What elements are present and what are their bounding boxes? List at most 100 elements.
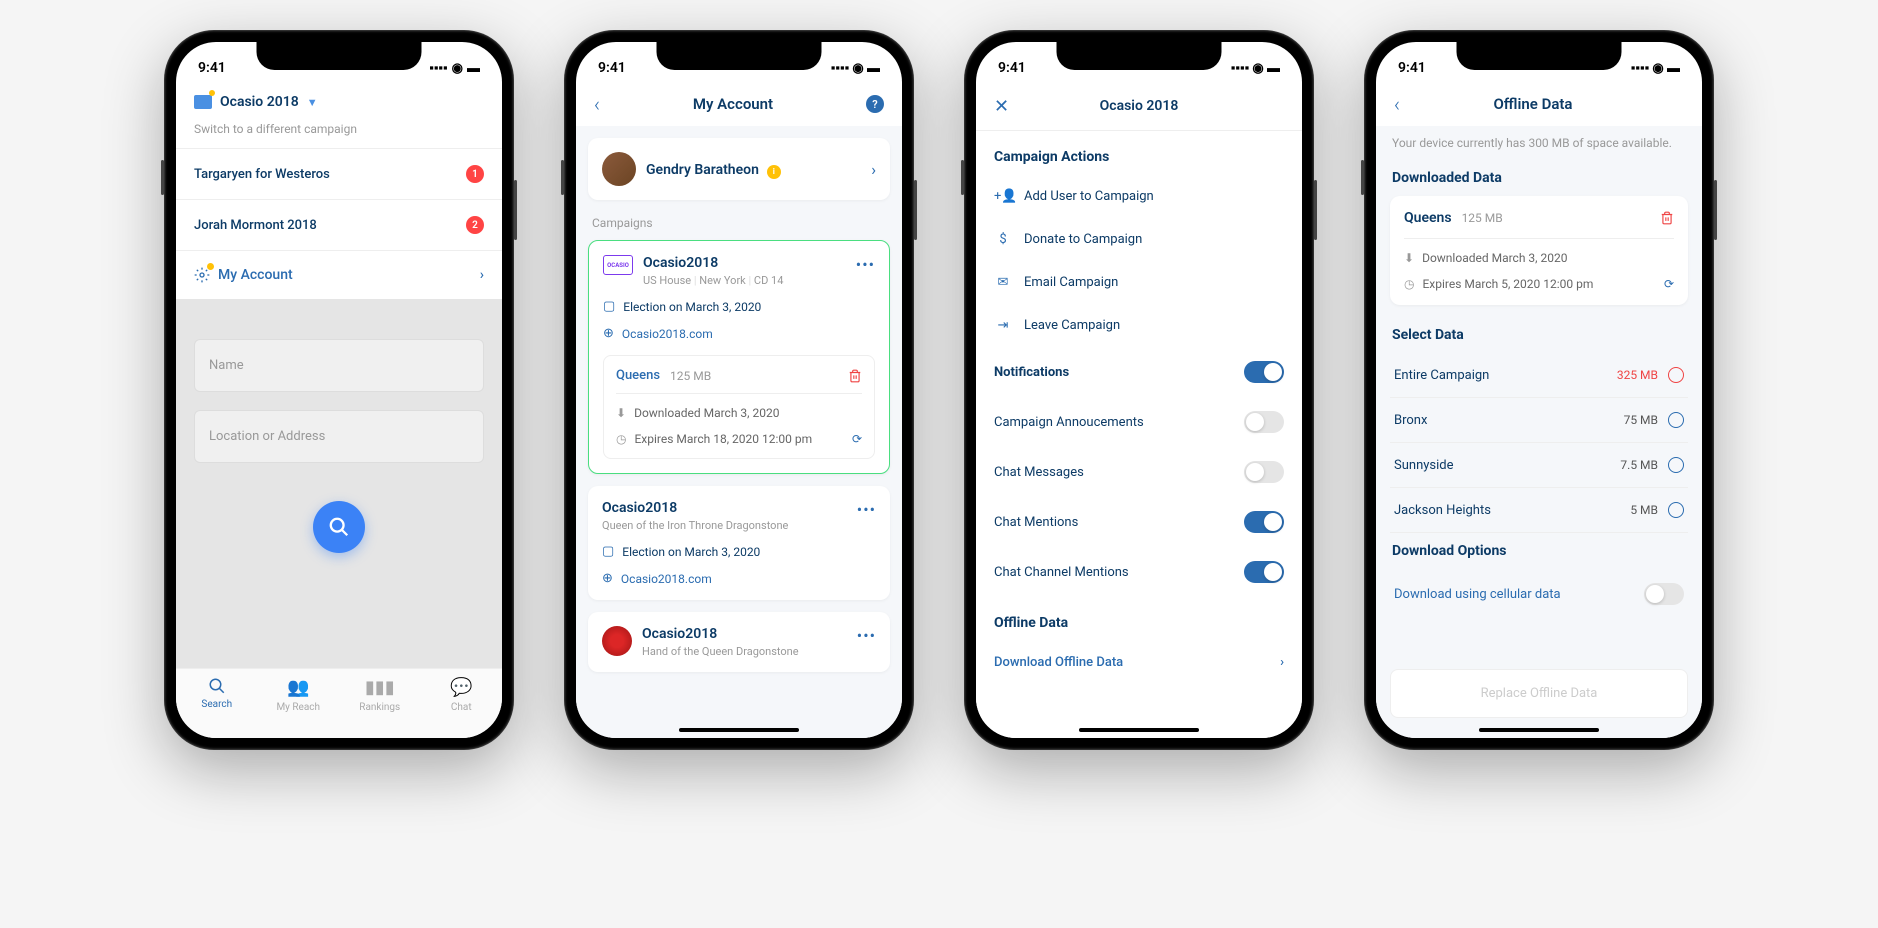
tab-label: Chat [451,702,472,713]
area-name: Queens [1404,210,1452,226]
modal-header: ✕ Ocasio 2018 [976,82,1302,131]
cellular-toggle[interactable] [1644,583,1684,605]
header: ‹ My Account ? [576,82,902,126]
section-campaigns: Campaigns [588,212,890,240]
toggle-switch[interactable] [1244,511,1284,533]
section-offline: Offline Data [976,597,1302,641]
more-button[interactable]: ••• [857,500,876,532]
campaign-item-jorah[interactable]: Jorah Mormont 2018 2 [176,199,502,250]
radio-button[interactable] [1668,412,1684,428]
switcher-subtitle: Switch to a different campaign [176,118,502,148]
tab-rankings[interactable]: ▮▮▮ Rankings [339,677,421,713]
campaign-logo: OCASIO [603,255,633,275]
location-input[interactable]: Location or Address [194,410,484,463]
radio-button[interactable] [1668,502,1684,518]
page-title: My Account [693,95,773,113]
toggle-switch[interactable] [1244,411,1284,433]
download-offline-link[interactable]: Download Offline Data › [976,641,1302,710]
back-button[interactable]: ‹ [594,92,600,116]
more-button[interactable]: ••• [857,626,876,658]
select-jackson[interactable]: Jackson Heights 5 MB [1390,488,1688,533]
help-button[interactable]: ? [866,95,884,113]
status-indicators: ▪▪▪▪ ◉ ▬ [1631,60,1680,76]
campaign-url[interactable]: Ocasio2018.com [622,327,713,341]
status-time: 9:41 [198,60,226,76]
calendar-icon: ▢ [602,544,614,559]
tab-label: Search [201,699,232,710]
campaign-logo [602,626,632,656]
delete-button[interactable] [848,369,862,383]
back-button[interactable]: ‹ [1394,92,1400,116]
cellular-icon: ▪▪▪▪ [429,60,447,76]
campaign-name: Ocasio2018 [602,500,847,516]
downloaded-card: Queens 125 MB ⬇ Downloaded March 3, 2020… [1390,196,1688,305]
area-size: 125 MB [670,369,711,383]
my-account-link[interactable]: My Account › [176,250,502,299]
dollar-icon: $ [994,232,1012,247]
campaign-selector[interactable]: Ocasio 2018 ▼ [176,82,502,118]
refresh-button[interactable]: ⟳ [852,432,862,446]
campaign-icon [194,95,212,109]
campaign-url[interactable]: Ocasio2018.com [621,572,712,586]
refresh-button[interactable]: ⟳ [1664,277,1674,291]
select-entire[interactable]: Entire Campaign 325 MB [1390,353,1688,398]
avatar [602,152,636,186]
search-button[interactable] [313,501,365,553]
account-label: My Account [218,267,293,283]
battery-icon: ▬ [467,60,480,76]
donate-button[interactable]: $ Donate to Campaign [976,218,1302,261]
select-bronx[interactable]: Bronx 75 MB [1390,398,1688,443]
tab-reach[interactable]: 👥 My Reach [258,677,340,713]
campaign-item-targaryen[interactable]: Targaryen for Westeros 1 [176,148,502,199]
area-size: 125 MB [1462,211,1503,225]
section-downloaded: Downloaded Data [1390,160,1688,196]
chevron-down-icon: ▼ [307,96,318,109]
download-icon: ⬇ [616,406,626,420]
section-actions: Campaign Actions [976,131,1302,175]
status-time: 9:41 [598,60,626,76]
radio-button[interactable] [1668,457,1684,473]
download-icon: ⬇ [1404,251,1414,265]
phone-mockup-4: 9:41 ▪▪▪▪ ◉ ▬ ‹ Offline Data Your device… [1364,30,1714,750]
offline-data-card: Queens 125 MB ⬇ Downloaded March 3, 2020… [603,355,875,459]
user-card[interactable]: Gendry Baratheon i › [588,138,890,200]
search-icon [208,677,226,695]
campaign-name: Ocasio 2018 [220,94,299,110]
close-button[interactable]: ✕ [994,96,1009,117]
toggle-mentions: Chat Mentions [976,497,1302,547]
wifi-icon: ◉ [452,61,463,76]
delete-button[interactable] [1660,211,1674,225]
status-indicators: ▪▪▪▪ ◉ ▬ [1231,60,1280,76]
globe-icon: ⊕ [603,326,614,341]
tab-label: My Reach [276,702,320,713]
add-user-icon: +👤 [994,189,1012,204]
tab-chat[interactable]: 💬 Chat [421,677,503,713]
clock-icon: ◷ [1404,277,1414,291]
area-name: Queens [616,368,660,383]
toggle-switch[interactable] [1244,461,1284,483]
toggle-switch[interactable] [1244,561,1284,583]
radio-button[interactable] [1668,367,1684,383]
option-label: Bronx [1394,413,1427,428]
select-sunnyside[interactable]: Sunnyside 7.5 MB [1390,443,1688,488]
option-label: Jackson Heights [1394,503,1491,518]
add-user-button[interactable]: +👤 Add User to Campaign [976,175,1302,218]
name-input[interactable]: Name [194,339,484,392]
option-label: Sunnyside [1394,458,1454,473]
action-label: Donate to Campaign [1024,232,1142,247]
clock-icon: ◷ [616,432,626,446]
header: ‹ Offline Data [1376,82,1702,126]
leave-button[interactable]: ⇥ Leave Campaign [976,304,1302,347]
expires-date: Expires March 18, 2020 12:00 pm [634,432,812,446]
download-date: Downloaded March 3, 2020 [1422,251,1567,265]
replace-data-button[interactable]: Replace Offline Data [1390,669,1688,718]
election-date: Election on March 3, 2020 [623,300,761,314]
more-button[interactable]: ••• [856,255,875,287]
email-button[interactable]: ✉ Email Campaign [976,261,1302,304]
tab-search[interactable]: Search [176,677,258,713]
option-size: 75 MB [1624,413,1658,427]
people-icon: 👥 [287,677,309,698]
notifications-toggle[interactable] [1244,361,1284,383]
download-date: Downloaded March 3, 2020 [634,406,779,420]
chevron-right-icon: › [480,267,484,283]
